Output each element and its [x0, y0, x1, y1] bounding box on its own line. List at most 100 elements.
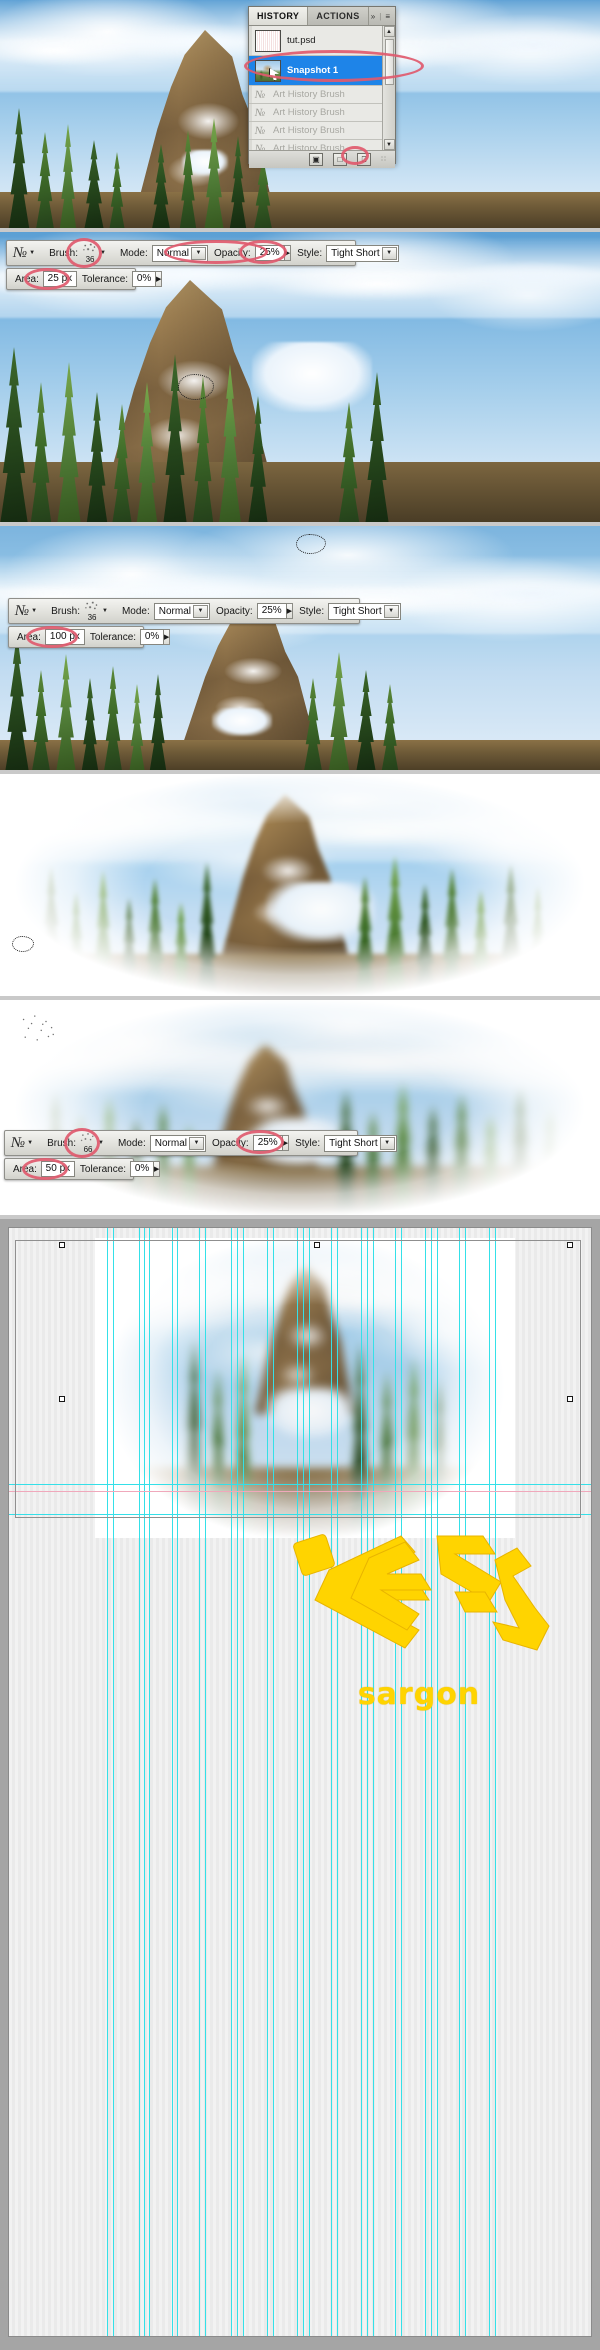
mode-select[interactable]: Normal ▼: [153, 602, 210, 620]
art-history-brush-icon: №: [254, 106, 266, 119]
art-history-brush-scatter-cursor: [18, 1012, 58, 1046]
history-row-state[interactable]: № Art History Brush: [249, 140, 395, 151]
opacity-value: 25%: [257, 1137, 278, 1148]
brush-chevron-down-icon[interactable]: ▼: [100, 250, 106, 256]
brush-preview[interactable]: 36: [84, 600, 101, 622]
history-panel-tabs[interactable]: HISTORY ACTIONS » | ≡: [249, 7, 395, 26]
step-6-canvas: sargon: [0, 1219, 600, 2350]
mode-label: Mode:: [121, 605, 150, 617]
brush-size-value: 66: [83, 1145, 93, 1154]
brush-preview[interactable]: 66: [80, 1132, 97, 1154]
scroll-down-button[interactable]: ▼: [383, 139, 395, 150]
brush-chevron-down-icon[interactable]: ▼: [102, 608, 108, 614]
tolerance-value: 0%: [144, 631, 160, 642]
history-row-document[interactable]: tut.psd: [249, 26, 395, 56]
area-field[interactable]: 100 px: [44, 629, 85, 645]
art-history-brush-tool-icon[interactable]: №: [15, 601, 29, 621]
transform-selection-box[interactable]: [15, 1240, 581, 1518]
transform-handle-middle-right[interactable]: [567, 1396, 573, 1402]
style-label: Style:: [297, 247, 323, 259]
opacity-value: 25%: [261, 605, 282, 616]
tool-preset-chevron-down-icon[interactable]: ▼: [27, 1140, 33, 1146]
opacity-slider-arrow-icon[interactable]: ▶: [282, 1135, 290, 1151]
tolerance-field[interactable]: 0%: [130, 1161, 155, 1177]
area-field[interactable]: 25 px: [42, 271, 77, 287]
style-select[interactable]: Tight Short ▼: [328, 602, 401, 620]
options-bar-step3[interactable]: № ▼ Brush: 66 ▼ Mode: Normal ▼ Opacity: …: [4, 1130, 397, 1156]
opacity-value: 25%: [259, 247, 280, 258]
tab-actions[interactable]: ACTIONS: [308, 7, 369, 25]
scroll-up-button[interactable]: ▲: [383, 26, 395, 37]
mode-chevron-down-icon[interactable]: ▼: [193, 604, 208, 618]
options-bar-step2-secondary[interactable]: Area: 100 px Tolerance: 0% ▶: [8, 626, 171, 648]
tolerance-field[interactable]: 0%: [132, 271, 157, 287]
opacity-field[interactable]: 25%: [254, 245, 285, 261]
style-chevron-down-icon[interactable]: ▼: [383, 604, 399, 618]
opacity-field[interactable]: 25%: [252, 1135, 283, 1151]
opacity-slider-arrow-icon[interactable]: ▶: [286, 603, 294, 619]
delete-state-button[interactable]: ⍁: [357, 153, 371, 166]
history-panel[interactable]: HISTORY ACTIONS » | ≡ tut.psd Snapshot 1…: [248, 6, 396, 168]
tab-history[interactable]: HISTORY: [249, 7, 309, 25]
mountain-photo-step3: [0, 526, 600, 770]
tab-actions-label: ACTIONS: [316, 11, 360, 21]
collapse-panel-icon[interactable]: »: [371, 12, 375, 21]
panel-menu-icon[interactable]: ≡: [385, 12, 390, 21]
art-history-brush-tool-icon[interactable]: №: [11, 1133, 25, 1153]
history-row-label: Snapshot 1: [287, 65, 339, 76]
tool-preset-chevron-down-icon[interactable]: ▼: [31, 608, 37, 614]
history-panel-footer[interactable]: ▣ □ ⍁: [249, 150, 395, 168]
transform-handle-top-left[interactable]: [59, 1242, 65, 1248]
snow-patch: [266, 882, 376, 942]
tutorial-page: HISTORY ACTIONS » | ≡ tut.psd Snapshot 1…: [0, 0, 600, 2350]
mode-select[interactable]: Normal ▼: [151, 244, 208, 262]
tool-preset-chevron-down-icon[interactable]: ▼: [29, 250, 35, 256]
options-bar-step1[interactable]: № ▼ Brush: 36 ▼ Mode: Normal ▼ Opacity: …: [6, 240, 399, 266]
create-new-snapshot-button[interactable]: □: [333, 153, 347, 166]
transform-handle-top-center[interactable]: [314, 1242, 320, 1248]
style-value: Tight Short: [333, 605, 382, 617]
document-canvas[interactable]: sargon: [8, 1227, 592, 2337]
options-bar-step3-secondary[interactable]: Area: 50 px Tolerance: 0% ▶: [4, 1158, 161, 1180]
options-bar-step2[interactable]: № ▼ Brush: 36 ▼ Mode: Normal ▼ Opacity: …: [8, 598, 401, 624]
transform-handle-middle-left[interactable]: [59, 1396, 65, 1402]
opacity-slider-arrow-icon[interactable]: ▶: [284, 245, 292, 261]
area-value: 100 px: [49, 631, 80, 642]
area-field[interactable]: 50 px: [40, 1161, 75, 1177]
art-history-brush-tool-icon[interactable]: №: [13, 243, 27, 263]
brush-size-value: 36: [85, 255, 95, 264]
options-bar-step1-secondary[interactable]: Area: 25 px Tolerance: 0% ▶: [6, 268, 163, 290]
brush-tip-icon: [84, 600, 101, 612]
history-row-state[interactable]: № Art History Brush: [249, 104, 395, 122]
style-chevron-down-icon[interactable]: ▼: [379, 1136, 395, 1150]
history-row-state[interactable]: № Art History Brush: [249, 86, 395, 104]
mode-chevron-down-icon[interactable]: ▼: [191, 246, 206, 260]
tolerance-slider-arrow-icon[interactable]: ▶: [164, 629, 171, 645]
art-history-brush-icon: №: [254, 124, 266, 137]
history-row-snapshot-1[interactable]: Snapshot 1: [249, 56, 395, 86]
style-select[interactable]: Tight Short ▼: [326, 244, 399, 262]
transform-handle-top-right[interactable]: [567, 1242, 573, 1248]
step-5-canvas: № ▼ Brush: 66 ▼ Mode: Normal ▼ Opacity: …: [0, 1000, 600, 1215]
tolerance-value: 0%: [134, 1163, 150, 1174]
tolerance-slider-arrow-icon[interactable]: ▶: [156, 271, 163, 287]
history-row-label: tut.psd: [287, 35, 316, 46]
brush-chevron-down-icon[interactable]: ▼: [98, 1140, 104, 1146]
resize-grip-icon[interactable]: [381, 155, 389, 164]
tolerance-label: Tolerance:: [79, 1163, 127, 1175]
scrollbar-thumb[interactable]: [384, 39, 394, 85]
tolerance-slider-arrow-icon[interactable]: ▶: [154, 1161, 161, 1177]
style-chevron-down-icon[interactable]: ▼: [381, 246, 397, 260]
tolerance-field[interactable]: 0%: [140, 629, 165, 645]
step-4-canvas: [0, 774, 600, 996]
mode-chevron-down-icon[interactable]: ▼: [189, 1136, 204, 1150]
history-scrollbar[interactable]: ▲ ▼: [382, 26, 395, 150]
style-select[interactable]: Tight Short ▼: [324, 1134, 397, 1152]
history-state-list[interactable]: tut.psd Snapshot 1 № Art History Brush №…: [249, 26, 395, 150]
opacity-field[interactable]: 25%: [256, 603, 287, 619]
brush-preview[interactable]: 36: [82, 242, 99, 264]
history-row-state[interactable]: № Art History Brush: [249, 122, 395, 140]
create-new-document-from-state-button[interactable]: ▣: [309, 153, 323, 166]
opacity-label: Opacity:: [212, 1137, 249, 1149]
mode-select[interactable]: Normal ▼: [149, 1134, 206, 1152]
